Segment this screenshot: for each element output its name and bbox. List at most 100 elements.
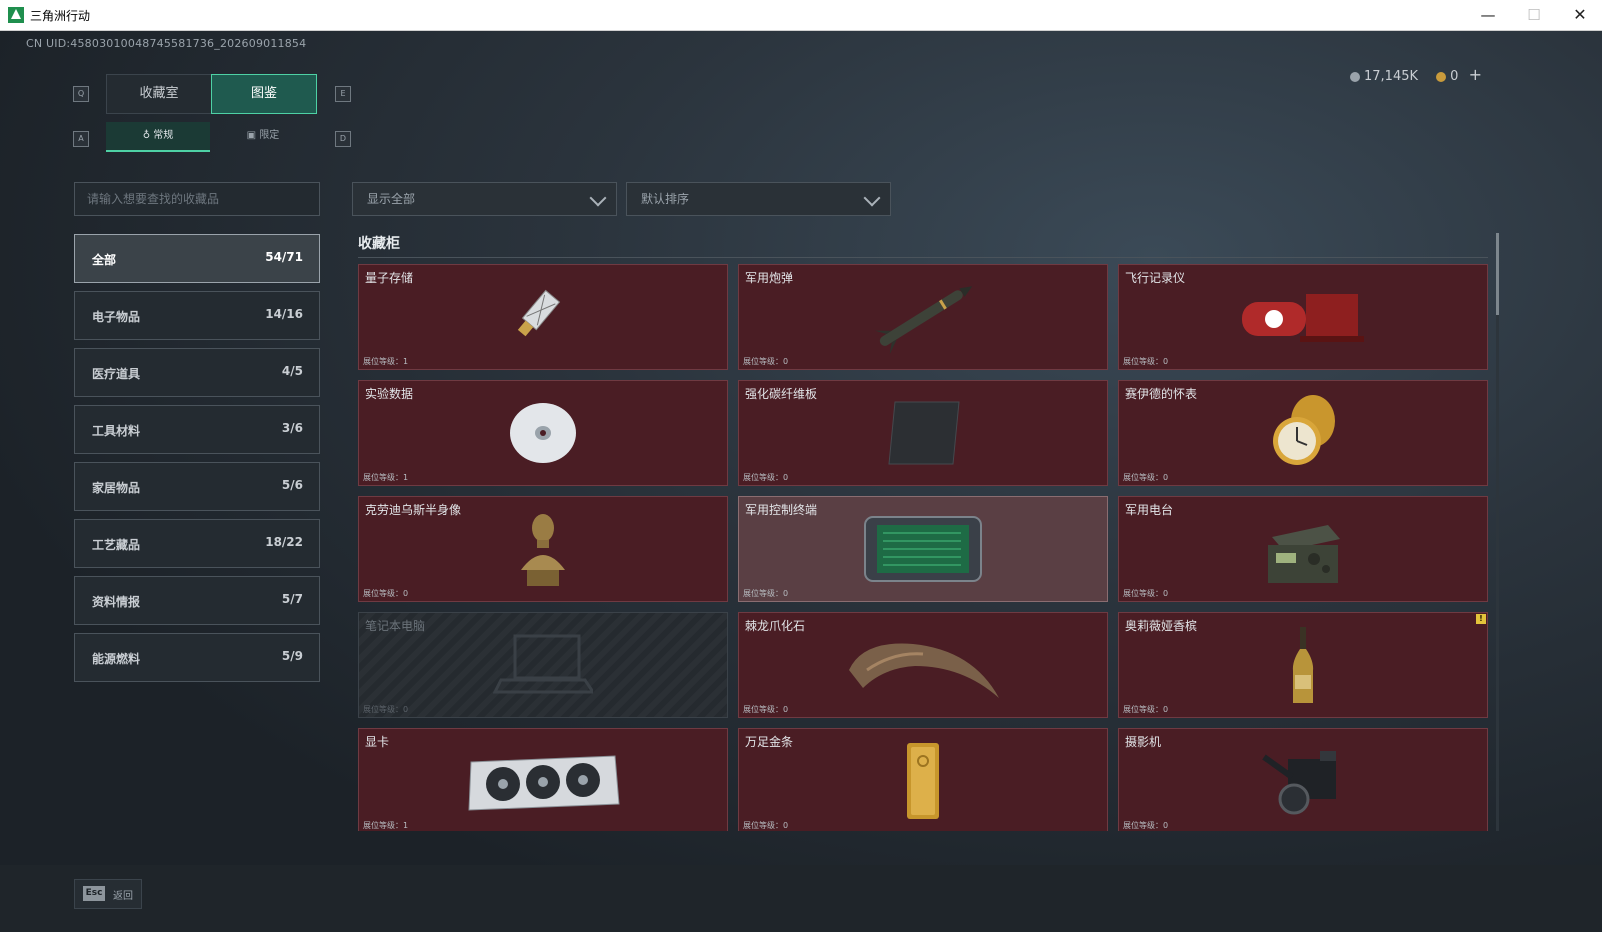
image-icon: ▣ xyxy=(246,130,257,141)
display-level: 展位等级：1 xyxy=(363,821,409,830)
category-label: 工艺藏品 xyxy=(92,538,141,552)
window-titlebar: 三角洲行动 — ☐ ✕ xyxy=(0,0,1602,31)
category-crafts[interactable]: 工艺藏品 18/22 xyxy=(74,519,320,568)
category-household[interactable]: 家居物品 5/6 xyxy=(74,462,320,511)
item-name: 军用电台 xyxy=(1125,503,1174,517)
champagne-icon xyxy=(1292,627,1314,703)
subtab-limited[interactable]: ▣ 限定 xyxy=(211,122,315,150)
category-label: 资料情报 xyxy=(92,595,141,609)
silver-coin-icon xyxy=(1350,71,1360,82)
search-input[interactable] xyxy=(75,183,319,215)
display-level: 展位等级：0 xyxy=(1123,705,1169,714)
scrollbar-track[interactable] xyxy=(1496,233,1499,831)
item-name: 量子存储 xyxy=(365,271,414,285)
tab-codex[interactable]: 图鉴 xyxy=(211,74,317,114)
category-count: 5/7 xyxy=(281,592,303,606)
item-name: 万足金条 xyxy=(745,735,794,749)
section-title: 收藏柜 xyxy=(358,236,400,252)
maximize-button[interactable]: ☐ xyxy=(1514,2,1554,28)
bust-icon xyxy=(521,514,565,586)
item-card[interactable]: 强化碳纤维板 展位等级：0 xyxy=(738,380,1108,486)
key-hint-q: Q xyxy=(73,86,89,102)
sort-dropdown[interactable]: 默认排序 xyxy=(626,182,891,216)
category-label: 工具材料 xyxy=(92,424,141,438)
item-card[interactable]: 摄影机 展位等级：0 xyxy=(1118,728,1488,831)
item-card[interactable]: 量子存储 展位等级：1 xyxy=(358,264,728,370)
display-level: 展位等级：0 xyxy=(743,821,789,830)
display-level: 展位等级：0 xyxy=(743,357,789,366)
item-name: 奥莉薇娅香槟 xyxy=(1125,619,1198,633)
player-uid: CN UID:4580301004874558173​6_20260901185… xyxy=(26,37,307,50)
display-level: 展位等级：0 xyxy=(743,705,789,714)
key-hint-e: E xyxy=(335,86,351,102)
filter-dropdown-value: 显示全部 xyxy=(367,192,416,206)
category-count: 3/6 xyxy=(281,421,303,435)
back-button[interactable]: Esc 返回 xyxy=(74,879,142,909)
terminal-icon xyxy=(864,516,982,582)
item-card[interactable]: 实验数据 展位等级：1 xyxy=(358,380,728,486)
key-hint-d: D xyxy=(335,131,351,147)
category-tools[interactable]: 工具材料 3/6 xyxy=(74,405,320,454)
disc-icon xyxy=(510,403,576,463)
missile-icon xyxy=(874,286,973,355)
category-count: 14/16 xyxy=(265,307,303,321)
display-level: 展位等级：0 xyxy=(1123,357,1169,366)
gpu-icon xyxy=(468,755,620,811)
item-card[interactable]: 军用炮弹 展位等级：0 xyxy=(738,264,1108,370)
camera-icon xyxy=(1262,751,1336,815)
item-card[interactable]: 军用控制终端 展位等级：0 xyxy=(738,496,1108,602)
category-count: 5/9 xyxy=(281,649,303,663)
game-viewport: CN UID:4580301004874558173​6_20260901185… xyxy=(0,31,1602,932)
category-count: 5/6 xyxy=(281,478,303,492)
radio-icon xyxy=(1268,525,1340,583)
currency-display: 17,145K 0 + xyxy=(1350,65,1482,84)
display-level: 展位等级：0 xyxy=(363,705,409,714)
item-card[interactable]: 赛伊德的怀表 展位等级：0 xyxy=(1118,380,1488,486)
add-currency-button[interactable]: + xyxy=(1469,65,1482,84)
minimize-button[interactable]: — xyxy=(1468,2,1508,28)
item-name: 摄影机 xyxy=(1125,735,1162,749)
category-electronics[interactable]: 电子物品 14/16 xyxy=(74,291,320,340)
category-count: 54/71 xyxy=(265,250,303,264)
display-level: 展位等级：1 xyxy=(363,357,409,366)
bottom-bar: Esc 返回 xyxy=(0,865,1602,932)
subtab-regular-label: 常规 xyxy=(153,130,174,141)
category-all[interactable]: 全部 54/71 xyxy=(74,234,320,283)
category-intel[interactable]: 资料情报 5/7 xyxy=(74,576,320,625)
gold-bar-icon xyxy=(907,743,939,819)
category-medical[interactable]: 医疗道具 4/5 xyxy=(74,348,320,397)
display-level: 展位等级：1 xyxy=(363,473,409,482)
display-level: 展位等级：0 xyxy=(743,589,789,598)
item-card-locked[interactable]: 笔记本电脑 展位等级：0 xyxy=(358,612,728,718)
item-card[interactable]: 克劳迪乌斯半身像 展位等级：0 xyxy=(358,496,728,602)
item-card[interactable]: 万足金条 展位等级：0 xyxy=(738,728,1108,831)
category-label: 家居物品 xyxy=(92,481,141,495)
sort-dropdown-value: 默认排序 xyxy=(641,192,690,206)
usb-drive-icon xyxy=(517,289,561,337)
item-card[interactable]: 军用电台 展位等级：0 xyxy=(1118,496,1488,602)
subtab-regular[interactable]: ♁ 常规 xyxy=(106,122,210,152)
item-name: 赛伊德的怀表 xyxy=(1125,387,1198,401)
close-button[interactable]: ✕ xyxy=(1560,2,1600,28)
item-name: 飞行记录仪 xyxy=(1125,271,1186,285)
tab-collection-room[interactable]: 收藏室 xyxy=(106,74,212,114)
category-count: 4/5 xyxy=(281,364,303,378)
chevron-down-icon xyxy=(589,189,607,207)
category-energy[interactable]: 能源燃料 5/9 xyxy=(74,633,320,682)
filter-dropdown[interactable]: 显示全部 xyxy=(352,182,617,216)
laptop-icon xyxy=(493,634,593,694)
item-card[interactable]: 棘龙爪化石 展位等级：0 xyxy=(738,612,1108,718)
item-card[interactable]: 显卡 展位等级：1 xyxy=(358,728,728,831)
scrollbar-thumb[interactable] xyxy=(1496,233,1499,315)
item-card[interactable]: 飞行记录仪 展位等级：0 xyxy=(1118,264,1488,370)
claw-fossil-icon xyxy=(849,643,999,698)
item-card[interactable]: 奥莉薇娅香槟 ! 展位等级：0 xyxy=(1118,612,1488,718)
item-name: 强化碳纤维板 xyxy=(745,387,818,401)
category-label: 电子物品 xyxy=(92,310,141,324)
item-name: 实验数据 xyxy=(365,387,414,401)
display-level: 展位等级：0 xyxy=(363,589,409,598)
category-label: 全部 xyxy=(92,253,117,267)
subtab-limited-label: 限定 xyxy=(259,130,280,141)
display-level: 展位等级：0 xyxy=(1123,589,1169,598)
item-name: 棘龙爪化石 xyxy=(745,619,806,633)
